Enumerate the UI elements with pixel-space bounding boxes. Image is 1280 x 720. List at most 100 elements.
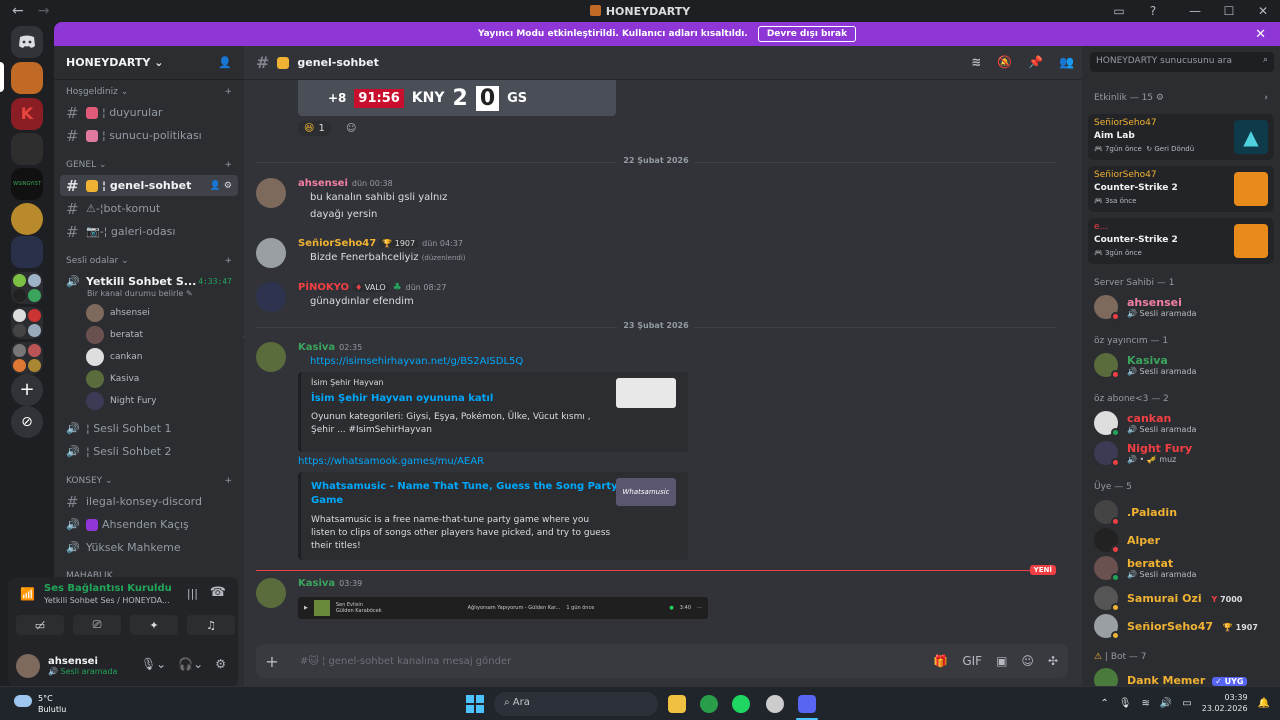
apps-icon[interactable]: ✣	[1048, 654, 1058, 668]
channel-sunucu-politikasi[interactable]: # ¦ sunucu-politikası	[60, 125, 238, 146]
back-button[interactable]: ←	[12, 3, 24, 19]
home-discord-icon[interactable]	[11, 26, 43, 58]
member-cankan[interactable]: cankan 🔊 Sesli aramada	[1094, 411, 1274, 437]
server-icon-5[interactable]	[11, 203, 43, 235]
pin-icon[interactable]: 📌	[1028, 55, 1043, 69]
member-alper[interactable]: Alper	[1094, 528, 1274, 554]
volume-icon[interactable]: 🔊	[1160, 698, 1172, 709]
embed-thumbnail[interactable]: Whatsamusic	[616, 478, 676, 506]
member-seniorseho47[interactable]: SeñiorSeho47 🏆 1907	[1094, 614, 1274, 640]
close-window-button[interactable]: ✕	[1246, 0, 1280, 22]
noise-suppression-icon[interactable]: |||	[187, 587, 198, 600]
server-folder-1[interactable]	[11, 272, 43, 304]
reaction-laugh[interactable]: 😆 1	[298, 121, 331, 136]
channel-duyurular[interactable]: # ¦ duyurular	[60, 102, 238, 123]
emoji-icon[interactable]: ☺	[1021, 654, 1034, 668]
spotify-icon[interactable]	[732, 695, 750, 713]
camera-off-button[interactable]: ▭̸	[16, 615, 64, 635]
microphone-icon[interactable]: 🎙	[1119, 698, 1132, 709]
embed-thumbnail[interactable]	[616, 378, 676, 408]
app-icon[interactable]	[766, 695, 784, 713]
server-folder-2[interactable]	[11, 307, 43, 339]
author-name[interactable]: SeñiorSeho47	[298, 238, 376, 249]
avatar[interactable]	[16, 654, 40, 678]
author-name[interactable]: PİNOKYO	[298, 282, 349, 293]
voice-channel-yuksek[interactable]: 🔊 Yüksek Mahkeme	[60, 537, 238, 558]
server-header[interactable]: HONEYDARTY ⌄ 👤	[54, 46, 244, 80]
soundboard-button[interactable]: ♫	[187, 615, 235, 635]
avatar[interactable]	[256, 342, 286, 372]
clock[interactable]: 03:39 23.02.2026	[1202, 692, 1248, 714]
invite-icon[interactable]: 👤	[218, 56, 232, 69]
voice-user-2[interactable]: beratat🎙̸	[86, 326, 250, 344]
server-folder-3[interactable]	[11, 342, 43, 374]
windows-start-icon[interactable]	[466, 695, 484, 713]
voice-user-4[interactable]: Kasiva	[86, 370, 139, 388]
notifications-muted-icon[interactable]: 🔕	[997, 55, 1012, 69]
battery-icon[interactable]: ▭	[1182, 698, 1191, 709]
member-ahsensei[interactable]: ahsensei 🔊 Sesli aramada	[1094, 295, 1274, 321]
server-icon-k[interactable]: K	[11, 98, 43, 130]
disable-streamer-mode-button[interactable]: Devre dışı bırak	[757, 26, 857, 42]
avatar[interactable]	[256, 578, 286, 608]
sticker-icon[interactable]: ▣	[996, 654, 1007, 668]
member-kasiva[interactable]: Kasiva 🔊 Sesli aramada	[1094, 353, 1274, 379]
member-list-icon[interactable]: 👥	[1059, 55, 1074, 69]
settings-gear-icon[interactable]: ⚙	[215, 657, 226, 671]
discover-icon[interactable]: ⊘	[11, 406, 43, 438]
add-channel-icon[interactable]: +	[224, 256, 232, 266]
message-link[interactable]: https://isimsehirhayvan.net/g/BS2AISDL5Q	[310, 356, 523, 367]
member-beratat[interactable]: beratat 🔊 Sesli aramada	[1094, 556, 1274, 582]
channel-ilegal-konsey[interactable]: # ilegal-konsey-discord	[60, 491, 238, 512]
voice-channel-name[interactable]: Yetkili Sohbet Ses / HONEYDA...	[44, 596, 174, 605]
inbox-icon[interactable]: ▭	[1102, 0, 1136, 22]
activity-card[interactable]: e... Counter-Strike 2 🎮 3gün önce	[1088, 218, 1274, 264]
help-icon[interactable]: ?	[1136, 0, 1170, 22]
scoreboard-image[interactable]: +8 91:56 KNY 2 0 GS	[298, 80, 616, 116]
category-voice[interactable]: Sesli odalar ⌄ +	[66, 256, 232, 266]
category-council[interactable]: KONSEY ⌄ +	[66, 476, 232, 486]
wifi-icon[interactable]: ≋	[1141, 698, 1149, 709]
add-channel-icon[interactable]: +	[224, 160, 232, 170]
spotify-screenshot[interactable]: ▶ Sen Evlisin Gülden Karaböcek Ağlıyorsam…	[298, 597, 708, 619]
category-welcome[interactable]: Hoşgeldiniz ⌄ +	[66, 87, 232, 97]
author-name[interactable]: Kasiva	[298, 342, 335, 353]
microphone-icon[interactable]: 🎙⌄	[141, 657, 166, 671]
server-icon-6[interactable]	[11, 236, 43, 268]
maximize-button[interactable]: ☐	[1212, 0, 1246, 22]
server-icon-honeydarty[interactable]	[11, 62, 43, 94]
avatar[interactable]	[256, 282, 286, 312]
gift-icon[interactable]: 🎁	[933, 654, 948, 668]
server-icon-wsingyist[interactable]: WSINGYIST	[11, 168, 43, 200]
voice-channel-sesli-2[interactable]: 🔊 ¦ Sesli Sohbet 2	[60, 441, 238, 462]
attach-plus-icon[interactable]: +	[256, 652, 288, 671]
avatar[interactable]	[256, 178, 286, 208]
notifications-icon[interactable]: 🔔	[1258, 698, 1270, 709]
discord-taskbar-icon[interactable]	[798, 695, 816, 713]
forward-button[interactable]: →	[38, 3, 50, 19]
voice-channel-ahsenden[interactable]: 🔊 Ahsenden Kaçış	[60, 514, 238, 535]
file-explorer-icon[interactable]	[668, 695, 686, 713]
taskbar-search[interactable]: ⌕ Ara	[494, 692, 658, 716]
channel-galeri-odasi[interactable]: # 📷-¦ galeri-odası	[60, 221, 238, 242]
headphones-icon[interactable]: 🎧⌄	[178, 657, 203, 671]
activity-card[interactable]: SeñiorSeho47 Counter-Strike 2 🎮 3sa önce	[1088, 166, 1274, 212]
message-input[interactable]: #🐱 ¦ genel-sohbet kanalına mesaj gönder	[300, 656, 511, 667]
voice-channel-sesli-1[interactable]: 🔊 ¦ Sesli Sohbet 1	[60, 418, 238, 439]
category-general[interactable]: GENEL ⌄ +	[66, 160, 232, 170]
message-composer[interactable]: + #🐱 ¦ genel-sohbet kanalına mesaj gönde…	[256, 644, 1068, 678]
gear-icon[interactable]: ⚙	[1156, 93, 1164, 103]
add-channel-icon[interactable]: +	[224, 476, 232, 486]
chevron-up-icon[interactable]: ⌃	[1100, 698, 1108, 709]
channel-genel-sohbet[interactable]: # ¦ genel-sohbet 👤 ⚙	[60, 175, 238, 196]
channel-status[interactable]: Bir kanal durumu belirle ✎	[87, 289, 193, 298]
member-samurai-ozi[interactable]: Samurai Ozi Y 7000	[1094, 586, 1274, 612]
channel-settings-icon[interactable]: 👤 ⚙	[210, 181, 232, 191]
activities-button[interactable]: ✦	[130, 615, 178, 635]
member-paladin[interactable]: .Paladin	[1094, 500, 1274, 526]
voice-user-3[interactable]: cankan	[86, 348, 142, 366]
server-search-input[interactable]: HONEYDARTY sunucusunu ara ⌕	[1090, 52, 1274, 72]
add-channel-icon[interactable]: +	[224, 87, 232, 97]
minimize-button[interactable]: —	[1178, 0, 1212, 22]
disconnect-icon[interactable]: ☎	[210, 585, 226, 600]
